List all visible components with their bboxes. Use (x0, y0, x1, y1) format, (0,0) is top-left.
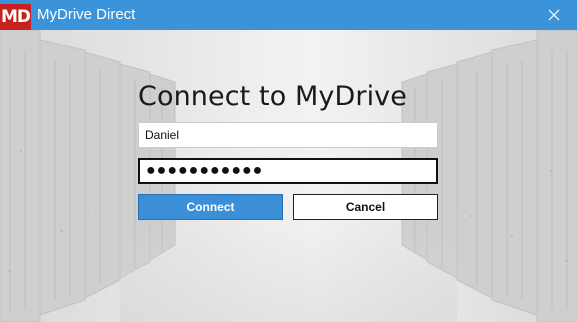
close-icon (548, 9, 560, 21)
app-logo: MD (0, 4, 31, 30)
username-input[interactable] (138, 122, 438, 148)
login-heading: Connect to MyDrive (138, 81, 407, 112)
password-input[interactable] (138, 158, 438, 184)
window-title: MyDrive Direct (37, 6, 136, 23)
connect-button[interactable]: Connect (138, 194, 283, 220)
title-bar: MD MyDrive Direct (0, 0, 577, 30)
cancel-button[interactable]: Cancel (293, 194, 438, 220)
floor-gradient (120, 212, 457, 322)
close-button[interactable] (531, 0, 577, 30)
